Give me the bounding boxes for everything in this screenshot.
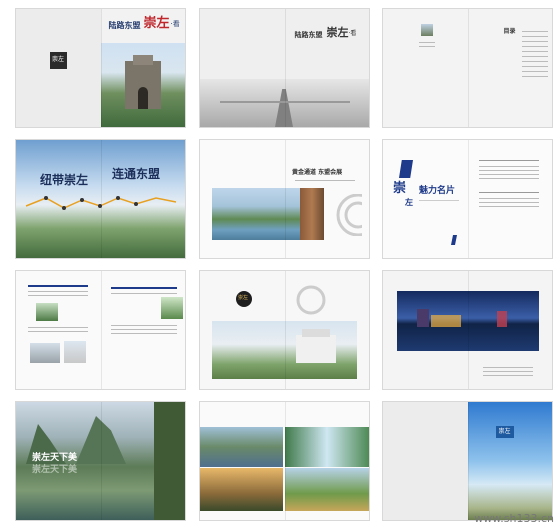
spread-back-cover[interactable]: 崇左 (383, 402, 552, 520)
cover-back-page: 崇左 (16, 9, 101, 127)
spread-night-city[interactable] (383, 271, 552, 389)
charm-title: 魅力名片 (419, 186, 456, 196)
spread-charm[interactable]: 崇 左 魅力名片 (383, 140, 552, 258)
cover-front-page: 陆路东盟 崇左 ·看 (100, 9, 185, 127)
title-text: 陆路东盟 (294, 30, 323, 39)
cliff-photo (300, 188, 324, 240)
gateway-title: 黄金通道 东盟会展 (292, 169, 343, 176)
back-cover-badge: 崇左 (495, 426, 514, 438)
photo-sunset (200, 468, 283, 511)
ribbon-left-title: 纽带崇左 (40, 173, 89, 187)
charm-big-char-1: 崇 (393, 181, 407, 196)
photo-lake (200, 427, 283, 467)
cover-title-big: 崇左 (143, 16, 170, 31)
circle-graphic (296, 285, 326, 315)
photo-garden (160, 297, 183, 319)
photo-waterfall (285, 427, 369, 467)
river-photo (212, 188, 300, 240)
spread-scenery[interactable]: 崇左天下美 崇左天下美 (16, 402, 185, 520)
photo-town (30, 343, 60, 363)
thumb-photo (421, 24, 433, 36)
photo-fields (285, 468, 369, 511)
round-badge: 崇左 (236, 291, 252, 307)
circle-graphic (336, 194, 362, 236)
spread-contents[interactable]: 目录 (383, 9, 552, 127)
charm-big-char-2: 左 (405, 197, 413, 207)
spread-cover[interactable]: 崇左 陆路东盟 崇左 ·看 (16, 9, 185, 127)
spread-gateway[interactable]: 黄金通道 东盟会展 (200, 140, 369, 258)
spread-ribbon[interactable]: 纽带崇左 连通东盟 (16, 140, 185, 258)
photo-greenery (36, 303, 58, 321)
ribbon-right-title: 连通东盟 (112, 167, 161, 181)
cover-title: 陆路东盟 (108, 20, 141, 30)
spread-gallery[interactable] (200, 402, 369, 520)
spread-building[interactable]: 崇左 (200, 271, 369, 389)
scenery-title: 崇左天下美 (32, 453, 78, 463)
scenery-title-reflection: 崇左天下美 (32, 465, 78, 475)
back-cover-photo (467, 402, 552, 520)
photo-tower (64, 341, 86, 363)
watermark: www.sh133.cn (474, 512, 554, 525)
badge-logo: 崇左 (50, 52, 67, 69)
contents-heading: 目录 (503, 28, 516, 35)
spread-text-layout[interactable] (16, 271, 185, 389)
gate-photo (100, 43, 185, 127)
spread-cover-inner[interactable]: 陆路东盟 崇左 ·看 (200, 9, 369, 127)
